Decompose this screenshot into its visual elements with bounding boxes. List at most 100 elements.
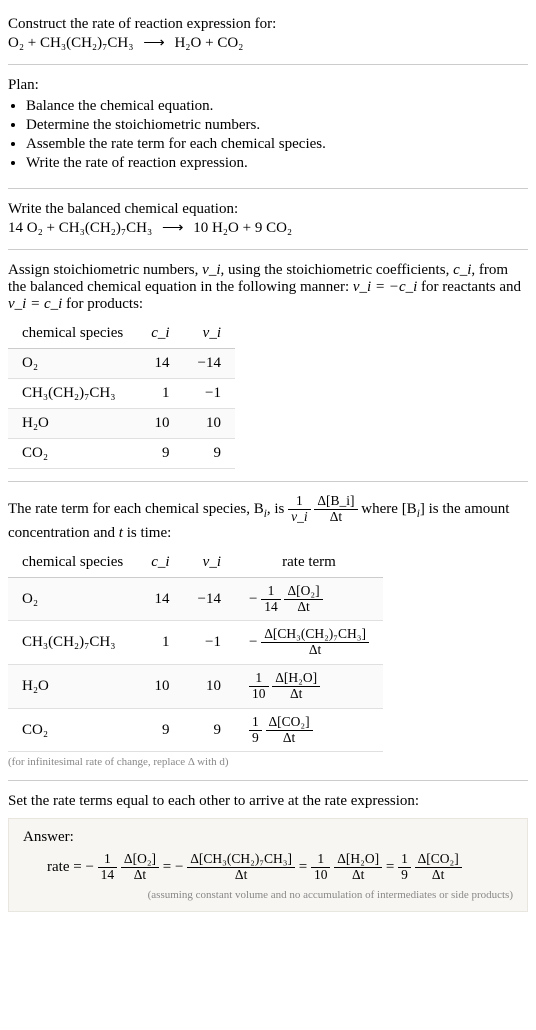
cell-ci: 1 (137, 621, 183, 665)
cell-nui: −1 (184, 379, 235, 409)
denominator: Δt (415, 868, 462, 883)
cell-species: H₂O (8, 665, 137, 709)
eq-lhs: O₂ + CH₃(CH₂)₇CH₃ (8, 35, 133, 51)
answer-box: Answer: rate = − 114 Δ[O₂]Δt = − Δ[CH₃(C… (8, 818, 528, 912)
cell-ci: 9 (137, 708, 183, 752)
col-rateterm: rate term (235, 548, 383, 578)
text: where [B (361, 501, 416, 517)
intro-section: Construct the rate of reaction expressio… (8, 8, 528, 60)
numerator: 1 (398, 852, 411, 868)
nu-i: ν_i (202, 262, 220, 278)
cell-species: H₂O (8, 409, 137, 439)
denominator: Δt (272, 687, 320, 702)
col-ci: c_i (137, 319, 183, 349)
table-row: H₂O 10 10 110 Δ[H₂O]Δt (8, 665, 383, 709)
fraction: Δ[CO₂]Δt (266, 715, 313, 746)
plan-heading: Plan: (8, 77, 528, 94)
rate-formula: 1ν_i Δ[B_i]Δt (288, 501, 361, 517)
cell-ci: 9 (137, 439, 183, 469)
fraction: Δ[H₂O]Δt (272, 671, 320, 702)
table-row: H₂O 10 10 (8, 409, 235, 439)
divider (8, 249, 528, 250)
denominator: 10 (311, 868, 331, 883)
equals: = (163, 859, 175, 875)
numerator: 1 (311, 852, 331, 868)
cell-ci: 1 (137, 379, 183, 409)
stoich-section: Assign stoichiometric numbers, ν_i, usin… (8, 254, 528, 477)
final-section: Set the rate terms equal to each other t… (8, 785, 528, 920)
equals: = (386, 859, 398, 875)
balanced-section: Write the balanced chemical equation: 14… (8, 193, 528, 245)
eq-rhs: H₂O + CO₂ (174, 35, 243, 51)
stoich-text: Assign stoichiometric numbers, ν_i, usin… (8, 262, 528, 313)
numerator: Δ[CO₂] (266, 715, 313, 731)
cell-nui: −14 (184, 577, 235, 621)
denominator: Δt (334, 868, 382, 883)
numerator: Δ[B_i] (314, 494, 357, 510)
prefactor: 110 (311, 852, 331, 883)
denominator: Δt (261, 643, 369, 658)
fraction: Δ[O₂]Δt (284, 584, 322, 615)
prefactor: 114 (261, 584, 281, 615)
cell-species: CH₃(CH₂)₇CH₃ (8, 621, 137, 665)
text: , using the stoichiometric coefficients, (220, 262, 453, 278)
table-header-row: chemical species c_i ν_i (8, 319, 235, 349)
plan-item: Assemble the rate term for each chemical… (26, 136, 528, 153)
cell-nui: 9 (184, 708, 235, 752)
table-header-row: chemical species c_i ν_i rate term (8, 548, 383, 578)
denominator: 14 (98, 868, 118, 883)
text: The rate term for each chemical species,… (8, 501, 264, 517)
cell-species: O₂ (8, 349, 137, 379)
table-row: CH₃(CH₂)₇CH₃ 1 −1 (8, 379, 235, 409)
fraction: Δ[O₂]Δt (121, 852, 159, 883)
denominator: 14 (261, 600, 281, 615)
numerator: 1 (261, 584, 281, 600)
denominator: Δt (314, 510, 357, 525)
cell-nui: −1 (184, 621, 235, 665)
table-row: O₂ 14 −14 (8, 349, 235, 379)
cell-nui: 10 (184, 665, 235, 709)
col-nui: ν_i (184, 319, 235, 349)
prefactor: 19 (398, 852, 411, 883)
intro-prompt: Construct the rate of reaction expressio… (8, 16, 528, 33)
arrow-icon: ⟶ (137, 35, 171, 51)
prefactor: 19 (249, 715, 262, 746)
denominator: Δt (284, 600, 322, 615)
sign: − (175, 859, 183, 875)
rate-expression: rate = − 114 Δ[O₂]Δt = − Δ[CH₃(CH₂)₇CH₃]… (47, 852, 513, 883)
text: is time: (123, 525, 171, 541)
plan-item: Write the rate of reaction expression. (26, 155, 528, 172)
denominator: Δt (121, 868, 159, 883)
denominator: 9 (249, 731, 262, 746)
denominator: 10 (249, 687, 269, 702)
numerator: 1 (249, 671, 269, 687)
fraction: Δ[H₂O]Δt (334, 852, 382, 883)
c-i: c_i (453, 262, 471, 278)
numerator: 1 (288, 494, 311, 510)
col-species: chemical species (8, 319, 137, 349)
table-row: CH₃(CH₂)₇CH₃ 1 −1 − Δ[CH₃(CH₂)₇CH₃]Δt (8, 621, 383, 665)
divider (8, 64, 528, 65)
cell-ci: 14 (137, 349, 183, 379)
unbalanced-equation: O₂ + CH₃(CH₂)₇CH₃ ⟶ H₂O + CO₂ (8, 33, 528, 52)
relation: ν_i = −c_i (353, 279, 417, 295)
text: , is (267, 501, 288, 517)
sign: − (85, 859, 93, 875)
prefactor: 110 (249, 671, 269, 702)
denominator: ν_i (288, 510, 311, 525)
cell-rateterm: 19 Δ[CO₂]Δt (235, 708, 383, 752)
fraction: Δ[CH₃(CH₂)₇CH₃]Δt (261, 627, 369, 658)
stoich-table: chemical species c_i ν_i O₂ 14 −14 CH₃(C… (8, 319, 235, 469)
prefactor: 114 (98, 852, 118, 883)
denominator: Δt (187, 868, 295, 883)
plan-item: Determine the stoichiometric numbers. (26, 117, 528, 134)
cell-ci: 14 (137, 577, 183, 621)
cell-species: CO₂ (8, 708, 137, 752)
cell-nui: −14 (184, 349, 235, 379)
numerator: Δ[CH₃(CH₂)₇CH₃] (187, 852, 295, 868)
numerator: Δ[H₂O] (334, 852, 382, 868)
cell-rateterm: − 114 Δ[O₂]Δt (235, 577, 383, 621)
numerator: Δ[CO₂] (415, 852, 462, 868)
eq-rhs: 10 H₂O + 9 CO₂ (193, 220, 292, 236)
arrow-icon: ⟶ (156, 220, 190, 236)
